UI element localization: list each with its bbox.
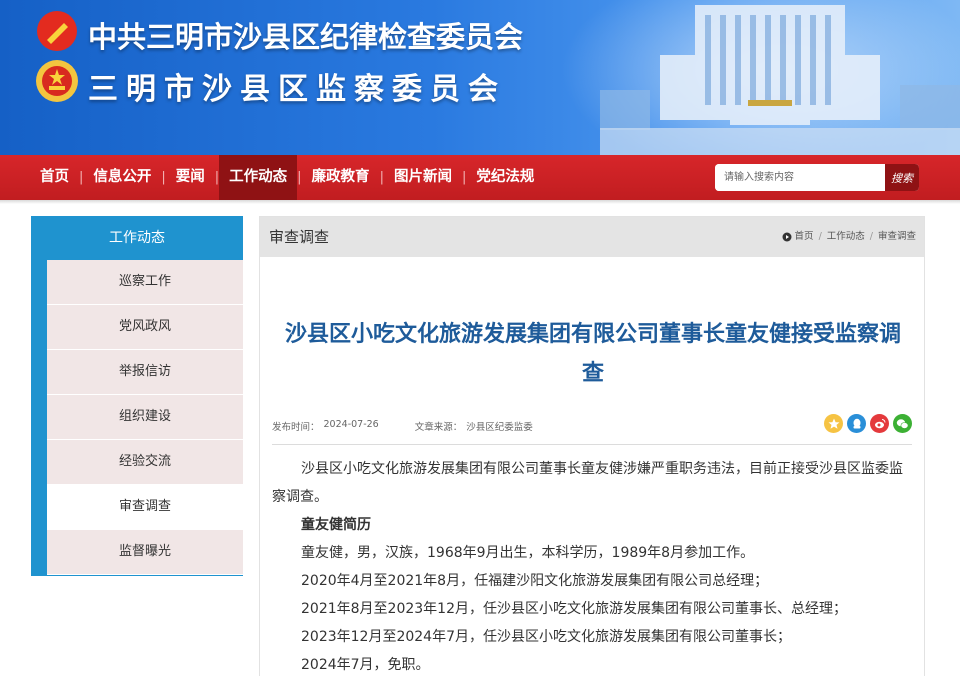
sidebar-item-review-investigation[interactable]: 审查调查 (47, 485, 243, 530)
breadcrumb: 首页 / 工作动态 / 审查调查 (782, 217, 916, 257)
search-input[interactable] (715, 164, 885, 191)
sidebar-item-supervision-exposure[interactable]: 监督曝光 (47, 530, 243, 575)
nav-item-photo-news[interactable]: 图片新闻 (384, 155, 462, 200)
bio-heading: 童友健简历 (301, 517, 371, 533)
home-icon (782, 232, 792, 242)
article-panel: 审查调查 首页 / 工作动态 / 审查调查 沙县区小吃文化旅游发展集团有限公司董… (259, 216, 925, 676)
meta-spacer (383, 419, 411, 433)
meta-divider (272, 444, 912, 445)
share-icons (820, 414, 912, 433)
breadcrumb-current[interactable]: 审查调查 (878, 217, 916, 257)
nav-items: 首页 | 信息公开 | 要闻 | 工作动态 | 廉政教育 | 图片新闻 | 党纪… (30, 155, 544, 200)
sidebar: 工作动态 巡察工作 党风政风 举报信访 组织建设 经验交流 审查调查 监督曝光 (31, 216, 243, 576)
bio-line: 童友健，男，汉族，1968年9月出生，本科学历，1989年8月参加工作。 (301, 545, 755, 561)
wechat-icon[interactable] (893, 414, 912, 433)
panel-title: 审查调查 (269, 228, 330, 246)
nav-item-work-updates[interactable]: 工作动态 (219, 155, 298, 200)
article-meta: 发布时间： 2024-07-26 文章来源： 沙县区纪委监委 (272, 419, 537, 433)
sidebar-item-reports-petitions[interactable]: 举报信访 (47, 350, 243, 395)
sidebar-item-experience-exchange[interactable]: 经验交流 (47, 440, 243, 485)
sidebar-header: 工作动态 (109, 230, 165, 246)
search-box: 搜索 (715, 164, 919, 191)
national-emblem-icon (36, 60, 78, 102)
source-label: 文章来源： (414, 422, 463, 433)
nav-item-integrity-education[interactable]: 廉政教育 (302, 155, 380, 200)
party-emblem-icon (37, 11, 77, 51)
sidebar-item-inspection-work[interactable]: 巡察工作 (47, 260, 243, 305)
article-title: 沙县区小吃文化旅游发展集团有限公司董事长童友健接受监察调查 (284, 322, 901, 386)
weibo-icon[interactable] (870, 414, 889, 433)
qq-icon[interactable] (847, 414, 866, 433)
nav-item-info-disclosure[interactable]: 信息公开 (83, 155, 161, 200)
nav-item-party-regulations[interactable]: 党纪法规 (466, 155, 544, 200)
banner-title-line2: 三明市沙县区监察委员会 (88, 72, 506, 107)
bio-line: 2024年7月，免职。 (301, 657, 430, 673)
breadcrumb-separator: / (818, 231, 822, 242)
publish-date: 2024-07-26 (323, 419, 379, 430)
article-paragraph: 沙县区小吃文化旅游发展集团有限公司董事长童友健涉嫌严重职务违法，目前正接受沙县区… (272, 461, 903, 505)
search-button[interactable]: 搜索 (885, 164, 919, 191)
qzone-icon[interactable] (824, 414, 843, 433)
site-banner: 中共三明市沙县区纪律检查委员会 三明市沙县区监察委员会 (0, 0, 960, 155)
main-nav: 首页 | 信息公开 | 要闻 | 工作动态 | 廉政教育 | 图片新闻 | 党纪… (0, 155, 960, 200)
bio-line: 2023年12月至2024年7月，任沙县区小吃文化旅游发展集团有限公司董事长； (301, 629, 791, 645)
breadcrumb-level1-link[interactable]: 工作动态 (827, 217, 865, 257)
sidebar-item-organization-building[interactable]: 组织建设 (47, 395, 243, 440)
source: 沙县区纪委监委 (466, 422, 533, 433)
publish-date-label: 发布时间： (272, 422, 320, 433)
nav-shadow (0, 200, 960, 204)
banner-title-line1: 中共三明市沙县区纪律检查委员会 (88, 20, 524, 54)
government-building-image (600, 5, 960, 155)
nav-item-news[interactable]: 要闻 (166, 155, 215, 200)
nav-item-home[interactable]: 首页 (30, 155, 79, 200)
breadcrumb-home-link[interactable]: 首页 (795, 217, 814, 257)
sidebar-list: 巡察工作 党风政风 举报信访 组织建设 经验交流 审查调查 监督曝光 (47, 260, 243, 575)
sidebar-item-party-conduct[interactable]: 党风政风 (47, 305, 243, 350)
article-body: 沙县区小吃文化旅游发展集团有限公司董事长童友健涉嫌严重职务违法，目前正接受沙县区… (272, 455, 912, 676)
bio-line: 2020年4月至2021年8月，任福建沙阳文化旅游发展集团有限公司总经理； (301, 573, 769, 589)
bio-line: 2021年8月至2023年12月，任沙县区小吃文化旅游发展集团有限公司董事长、总… (301, 601, 847, 617)
breadcrumb-separator: / (869, 231, 873, 242)
panel-header: 审查调查 首页 / 工作动态 / 审查调查 (260, 217, 924, 257)
